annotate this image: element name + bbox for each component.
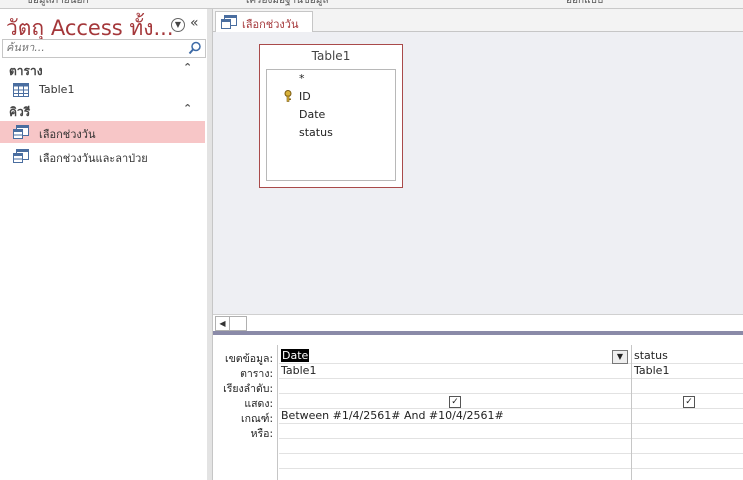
grid-cell-table[interactable]: Table1 bbox=[632, 364, 743, 379]
search-box bbox=[2, 39, 206, 58]
ribbon-label: ออกแบบ bbox=[566, 0, 604, 6]
show-checkbox[interactable]: ✓ bbox=[449, 396, 461, 408]
grid-cell-empty[interactable] bbox=[632, 439, 743, 454]
field-item-id[interactable]: ID bbox=[299, 90, 311, 103]
nav-item-query-1[interactable]: เลือกช่วงวัน bbox=[0, 121, 205, 143]
query-design-window: เลือกช่วงวัน Table1 * ID Date status ◀ เ… bbox=[213, 9, 743, 480]
search-icon[interactable] bbox=[188, 41, 202, 55]
grid-cell-or[interactable] bbox=[632, 424, 743, 439]
grid-cell-criteria[interactable]: Between #1/4/2561# And #10/4/2561# bbox=[279, 409, 631, 424]
grid-cell-or[interactable] bbox=[279, 424, 631, 439]
nav-item-table1[interactable]: Table1 bbox=[0, 79, 205, 101]
grid-cell-sort[interactable] bbox=[279, 379, 631, 394]
field-list-table1[interactable]: Table1 * ID Date status bbox=[259, 44, 403, 188]
show-checkbox[interactable]: ✓ bbox=[683, 396, 695, 408]
grid-cell-sort[interactable] bbox=[632, 379, 743, 394]
grid-cell-table[interactable]: Table1 bbox=[279, 364, 631, 379]
nav-item-label: เลือกช่วงวันและลาป่วย bbox=[39, 152, 148, 165]
field-value: Date bbox=[281, 349, 310, 362]
ribbon-label: ข้อมูลภายนอก bbox=[26, 0, 89, 6]
scroll-left-icon[interactable]: ◀ bbox=[215, 316, 230, 331]
horizontal-scrollbar[interactable]: ◀ bbox=[213, 314, 743, 331]
design-grid: เขตข้อมูล: ตาราง: เรียงลำดับ: แสดง: เกณฑ… bbox=[213, 335, 743, 480]
field-list: * ID Date status bbox=[266, 69, 396, 181]
tab-query-design[interactable]: เลือกช่วงวัน bbox=[215, 11, 313, 32]
field-list-title: Table1 bbox=[311, 49, 351, 63]
nav-item-label: Table1 bbox=[39, 83, 75, 96]
grid-cell-field[interactable]: Date ▼ bbox=[279, 349, 631, 364]
scroll-thumb[interactable] bbox=[229, 316, 247, 331]
query-icon bbox=[13, 125, 29, 139]
grid-cell-show[interactable]: ✓ bbox=[279, 394, 631, 409]
field-item-all[interactable]: * bbox=[299, 72, 305, 85]
grid-cell-empty[interactable] bbox=[632, 454, 743, 469]
grid-cell-empty[interactable] bbox=[279, 439, 631, 454]
group-header-tables[interactable]: ตาราง ⌃ bbox=[0, 61, 205, 78]
nav-item-query-2[interactable]: เลือกช่วงวันและลาป่วย bbox=[0, 145, 205, 167]
primary-key-icon bbox=[284, 90, 292, 102]
field-item-date[interactable]: Date bbox=[299, 108, 325, 121]
chevron-down-icon[interactable]: ▼ bbox=[171, 18, 185, 32]
grid-divider bbox=[277, 345, 278, 480]
grid-cell-empty[interactable] bbox=[279, 454, 631, 469]
grid-cell-show[interactable]: ✓ bbox=[632, 394, 743, 409]
field-item-status[interactable]: status bbox=[299, 126, 333, 139]
group-header-queries[interactable]: คิวรี ⌃ bbox=[0, 102, 205, 119]
table-pane: Table1 * ID Date status bbox=[213, 32, 743, 314]
query-icon bbox=[221, 15, 237, 29]
search-input[interactable] bbox=[3, 40, 179, 55]
group-label: คิวรี bbox=[9, 105, 31, 119]
nav-item-label: เลือกช่วงวัน bbox=[39, 128, 96, 141]
ribbon-label: เครื่องมือฐานข้อมูล bbox=[246, 0, 329, 6]
document-tab-bar: เลือกช่วงวัน bbox=[213, 9, 743, 32]
row-label-or: หรือ: bbox=[250, 428, 273, 440]
chevron-down-icon[interactable]: ▼ bbox=[612, 350, 628, 364]
chevron-up-icon[interactable]: ⌃ bbox=[183, 102, 192, 115]
table-icon bbox=[13, 83, 29, 97]
tab-label: เลือกช่วงวัน bbox=[242, 18, 299, 31]
collapse-pane-icon[interactable]: « bbox=[190, 15, 199, 31]
navigation-pane: วัตถุ Access ทั้ง... ▼ « ตาราง ⌃ Table1 … bbox=[0, 9, 208, 480]
query-icon bbox=[13, 149, 29, 163]
grid-cell-field[interactable]: status bbox=[632, 349, 743, 364]
ribbon-strip: ข้อมูลภายนอก เครื่องมือฐานข้อมูล ออกแบบ bbox=[0, 0, 743, 9]
grid-cell-criteria[interactable] bbox=[632, 409, 743, 424]
chevron-up-icon[interactable]: ⌃ bbox=[183, 61, 192, 74]
